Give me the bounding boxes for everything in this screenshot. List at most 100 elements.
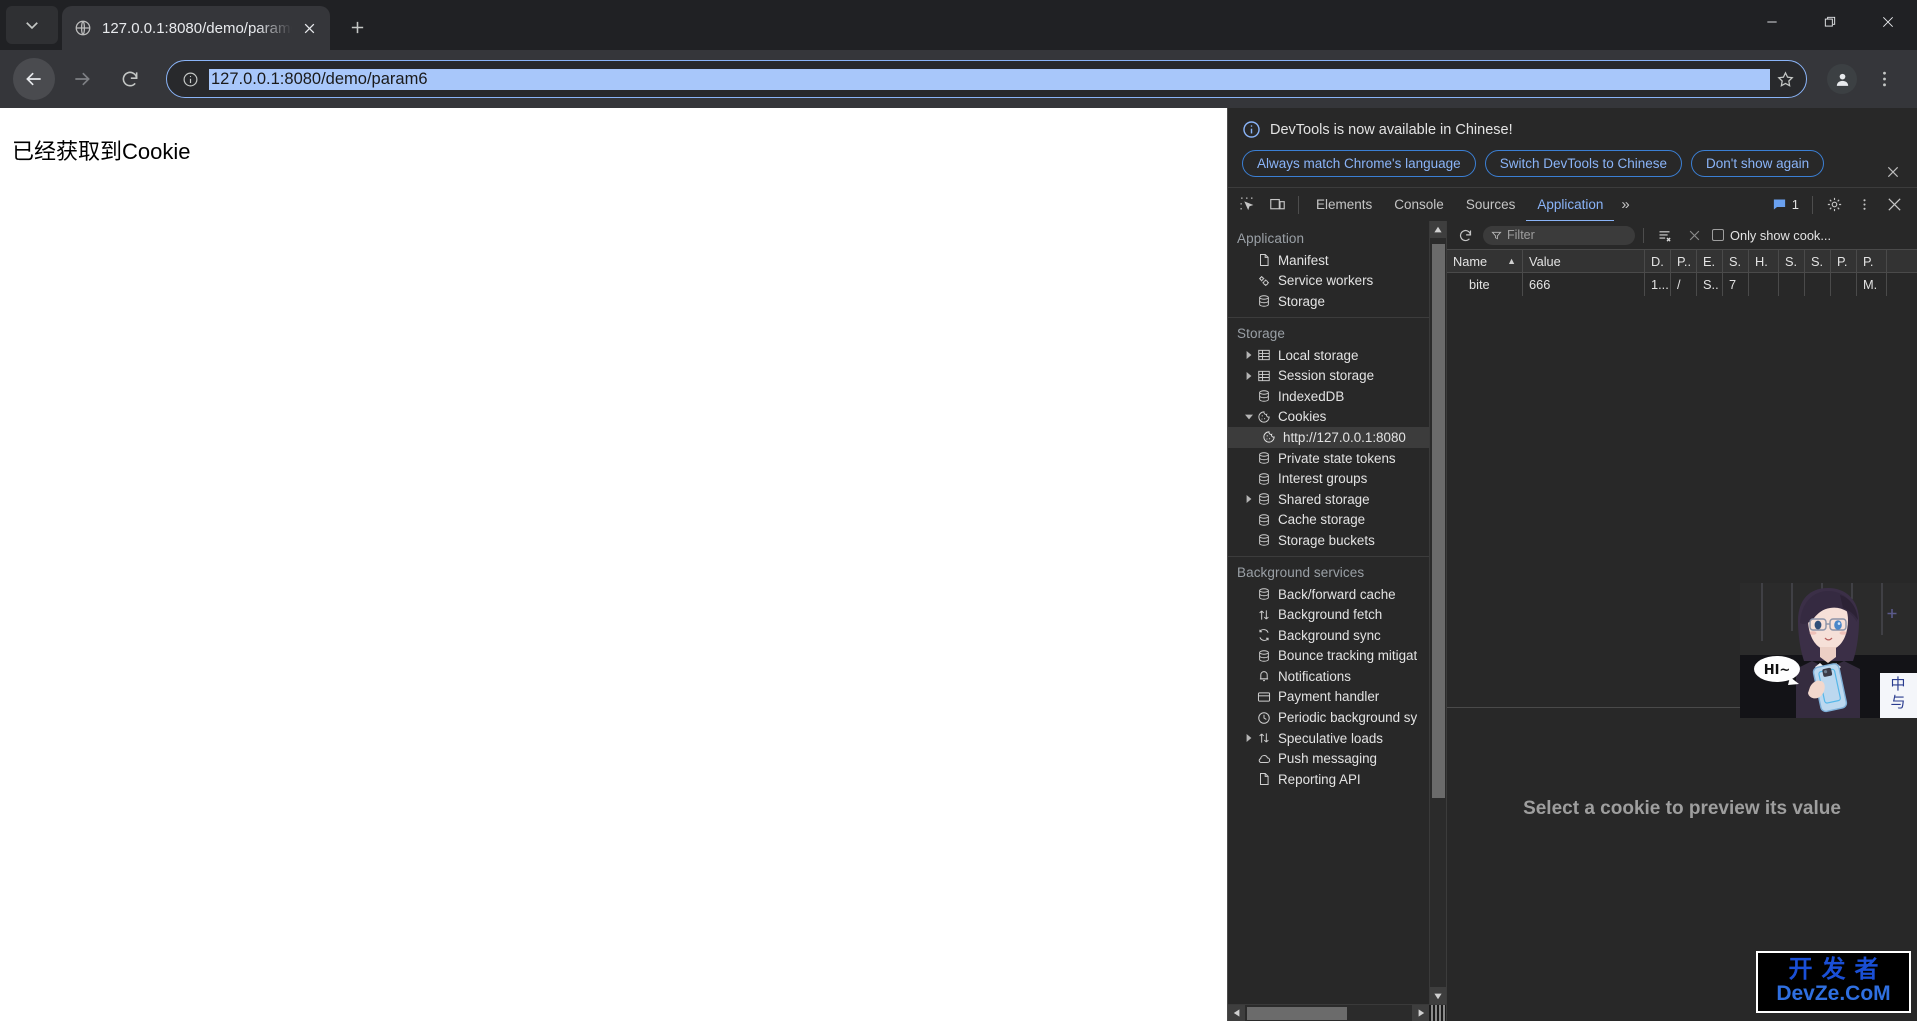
scroll-up-button[interactable] — [1429, 221, 1446, 238]
sidebar-label: Speculative loads — [1278, 730, 1383, 746]
profile-button[interactable] — [1823, 60, 1861, 98]
sidebar-item-session-storage[interactable]: Session storage — [1228, 365, 1446, 386]
bookmark-star-icon[interactable] — [1770, 64, 1800, 94]
sidebar-item-manifest[interactable]: Manifest — [1228, 250, 1446, 271]
tab-search-button[interactable] — [6, 6, 58, 44]
sidebar-horizontal-scrollbar[interactable] — [1228, 1004, 1446, 1021]
sidebar-item-indexeddb[interactable]: IndexedDB — [1228, 386, 1446, 407]
tab-console[interactable]: Console — [1383, 188, 1455, 222]
sidebar-item-periodic-background-sync[interactable]: Periodic background sy — [1228, 707, 1446, 728]
url-text[interactable]: 127.0.0.1:8080/demo/param6 — [209, 68, 1770, 90]
address-bar[interactable]: 127.0.0.1:8080/demo/param6 — [166, 60, 1807, 98]
close-tab-icon[interactable] — [296, 15, 322, 41]
window-close-button[interactable] — [1859, 0, 1917, 44]
column-header-partition[interactable]: P. — [1831, 249, 1857, 273]
filter-input[interactable]: Filter — [1483, 225, 1635, 245]
column-header-expires[interactable]: E. — [1697, 249, 1723, 273]
device-toolbar-button[interactable] — [1262, 191, 1292, 219]
column-label: Name — [1453, 253, 1488, 269]
sidebar-item-reporting-api[interactable]: Reporting API — [1228, 769, 1446, 790]
dont-show-again-button[interactable]: Don't show again — [1691, 150, 1825, 177]
sidebar-item-background-fetch[interactable]: Background fetch — [1228, 604, 1446, 625]
delete-cookie-button[interactable] — [1682, 224, 1706, 246]
clear-all-cookies-button[interactable] — [1652, 224, 1676, 246]
forward-button[interactable] — [61, 58, 103, 100]
column-header-name[interactable]: Name ▲ — [1447, 249, 1523, 273]
always-match-language-button[interactable]: Always match Chrome's language — [1242, 150, 1476, 177]
minimize-icon — [1767, 21, 1777, 23]
column-header-path[interactable]: P.. — [1671, 249, 1697, 273]
switch-devtools-chinese-button[interactable]: Switch DevTools to Chinese — [1484, 150, 1683, 177]
back-button[interactable] — [13, 58, 55, 100]
more-tabs-button[interactable]: » — [1614, 196, 1636, 213]
new-tab-button[interactable] — [339, 9, 375, 45]
only-show-cookies-checkbox[interactable]: Only show cook... — [1712, 228, 1831, 243]
sidebar-item-private-state-tokens[interactable]: Private state tokens — [1228, 448, 1446, 469]
sidebar-item-interest-groups[interactable]: Interest groups — [1228, 468, 1446, 489]
browser-tab[interactable]: 127.0.0.1:8080/demo/param6 — [62, 6, 330, 50]
twisty-expanded-icon[interactable] — [1242, 413, 1255, 421]
hscrollbar-track[interactable] — [1245, 1005, 1412, 1021]
site-info-icon[interactable] — [177, 66, 203, 92]
sidebar-item-bounce-tracking-mitigations[interactable]: Bounce tracking mitigat — [1228, 646, 1446, 667]
cookie-icon — [1260, 430, 1277, 444]
refresh-cookies-button[interactable] — [1453, 224, 1477, 246]
tab-application[interactable]: Application — [1526, 188, 1614, 222]
sidebar-item-payment-handler[interactable]: Payment handler — [1228, 687, 1446, 708]
anime-character-sticker: HI~ 中 与 — [1740, 583, 1917, 718]
column-header-size[interactable]: S. — [1723, 249, 1749, 273]
sidebar-item-cookie-origin[interactable]: http://127.0.0.1:8080 — [1228, 427, 1446, 448]
twisty-collapsed-icon[interactable] — [1242, 371, 1255, 380]
page-body-text: 已经获取到Cookie — [12, 139, 191, 164]
devtools-close-button[interactable] — [1879, 191, 1909, 219]
sidebar-item-background-sync[interactable]: Background sync — [1228, 625, 1446, 646]
column-header-secure[interactable]: S. — [1779, 249, 1805, 273]
column-header-value[interactable]: Value — [1523, 249, 1645, 273]
scrollbar-thumb[interactable] — [1431, 244, 1445, 799]
reload-button[interactable] — [109, 58, 151, 100]
devtools-menu-button[interactable] — [1849, 191, 1879, 219]
scrollbar-track[interactable] — [1430, 238, 1447, 987]
scroll-right-button[interactable] — [1412, 1004, 1429, 1021]
column-header-priority[interactable]: P. — [1857, 249, 1887, 273]
issues-count: 1 — [1791, 197, 1799, 212]
devtools-settings-button[interactable] — [1819, 191, 1849, 219]
issues-badge[interactable]: 1 — [1765, 197, 1806, 212]
window-maximize-button[interactable] — [1801, 0, 1859, 44]
tab-sources[interactable]: Sources — [1455, 188, 1527, 222]
svg-text:中: 中 — [1890, 675, 1905, 693]
scroll-down-button[interactable] — [1429, 987, 1446, 1004]
sidebar-item-notifications[interactable]: Notifications — [1228, 666, 1446, 687]
tab-elements[interactable]: Elements — [1305, 188, 1383, 222]
table-row[interactable]: bite 666 1... / S.. 7 M. — [1447, 273, 1917, 296]
sidebar-vertical-scrollbar[interactable] — [1429, 221, 1446, 1004]
checkbox-box[interactable] — [1712, 229, 1724, 241]
twisty-collapsed-icon[interactable] — [1242, 734, 1255, 743]
sidebar-item-back-forward-cache[interactable]: Back/forward cache — [1228, 584, 1446, 605]
sidebar-item-shared-storage[interactable]: Shared storage — [1228, 489, 1446, 510]
database-icon — [1255, 513, 1272, 527]
column-header-httponly[interactable]: H. — [1749, 249, 1779, 273]
sidebar-item-local-storage[interactable]: Local storage — [1228, 345, 1446, 366]
chrome-menu-button[interactable] — [1867, 60, 1901, 98]
sidebar-item-storage-buckets[interactable]: Storage buckets — [1228, 530, 1446, 551]
sidebar-label: Cache storage — [1278, 512, 1366, 528]
notice-close-button[interactable] — [1881, 160, 1905, 184]
sidebar-label: Storage buckets — [1278, 532, 1375, 548]
twisty-collapsed-icon[interactable] — [1242, 351, 1255, 360]
sidebar-item-cache-storage[interactable]: Cache storage — [1228, 510, 1446, 531]
sidebar-item-speculative-loads[interactable]: Speculative loads — [1228, 728, 1446, 749]
hscrollbar-thumb[interactable] — [1247, 1006, 1348, 1020]
sidebar-item-push-messaging[interactable]: Push messaging — [1228, 748, 1446, 769]
inspect-element-button[interactable] — [1232, 191, 1262, 219]
sidebar-label: Push messaging — [1278, 751, 1377, 767]
twisty-collapsed-icon[interactable] — [1242, 495, 1255, 504]
window-minimize-button[interactable] — [1743, 0, 1801, 44]
table-icon — [1255, 369, 1272, 383]
sidebar-item-cookies[interactable]: Cookies — [1228, 407, 1446, 428]
column-header-samesite[interactable]: S. — [1805, 249, 1831, 273]
column-header-domain[interactable]: D. — [1645, 249, 1671, 273]
scroll-left-button[interactable] — [1228, 1004, 1245, 1021]
sidebar-item-service-workers[interactable]: Service workers — [1228, 271, 1446, 292]
sidebar-item-storage[interactable]: Storage — [1228, 291, 1446, 312]
